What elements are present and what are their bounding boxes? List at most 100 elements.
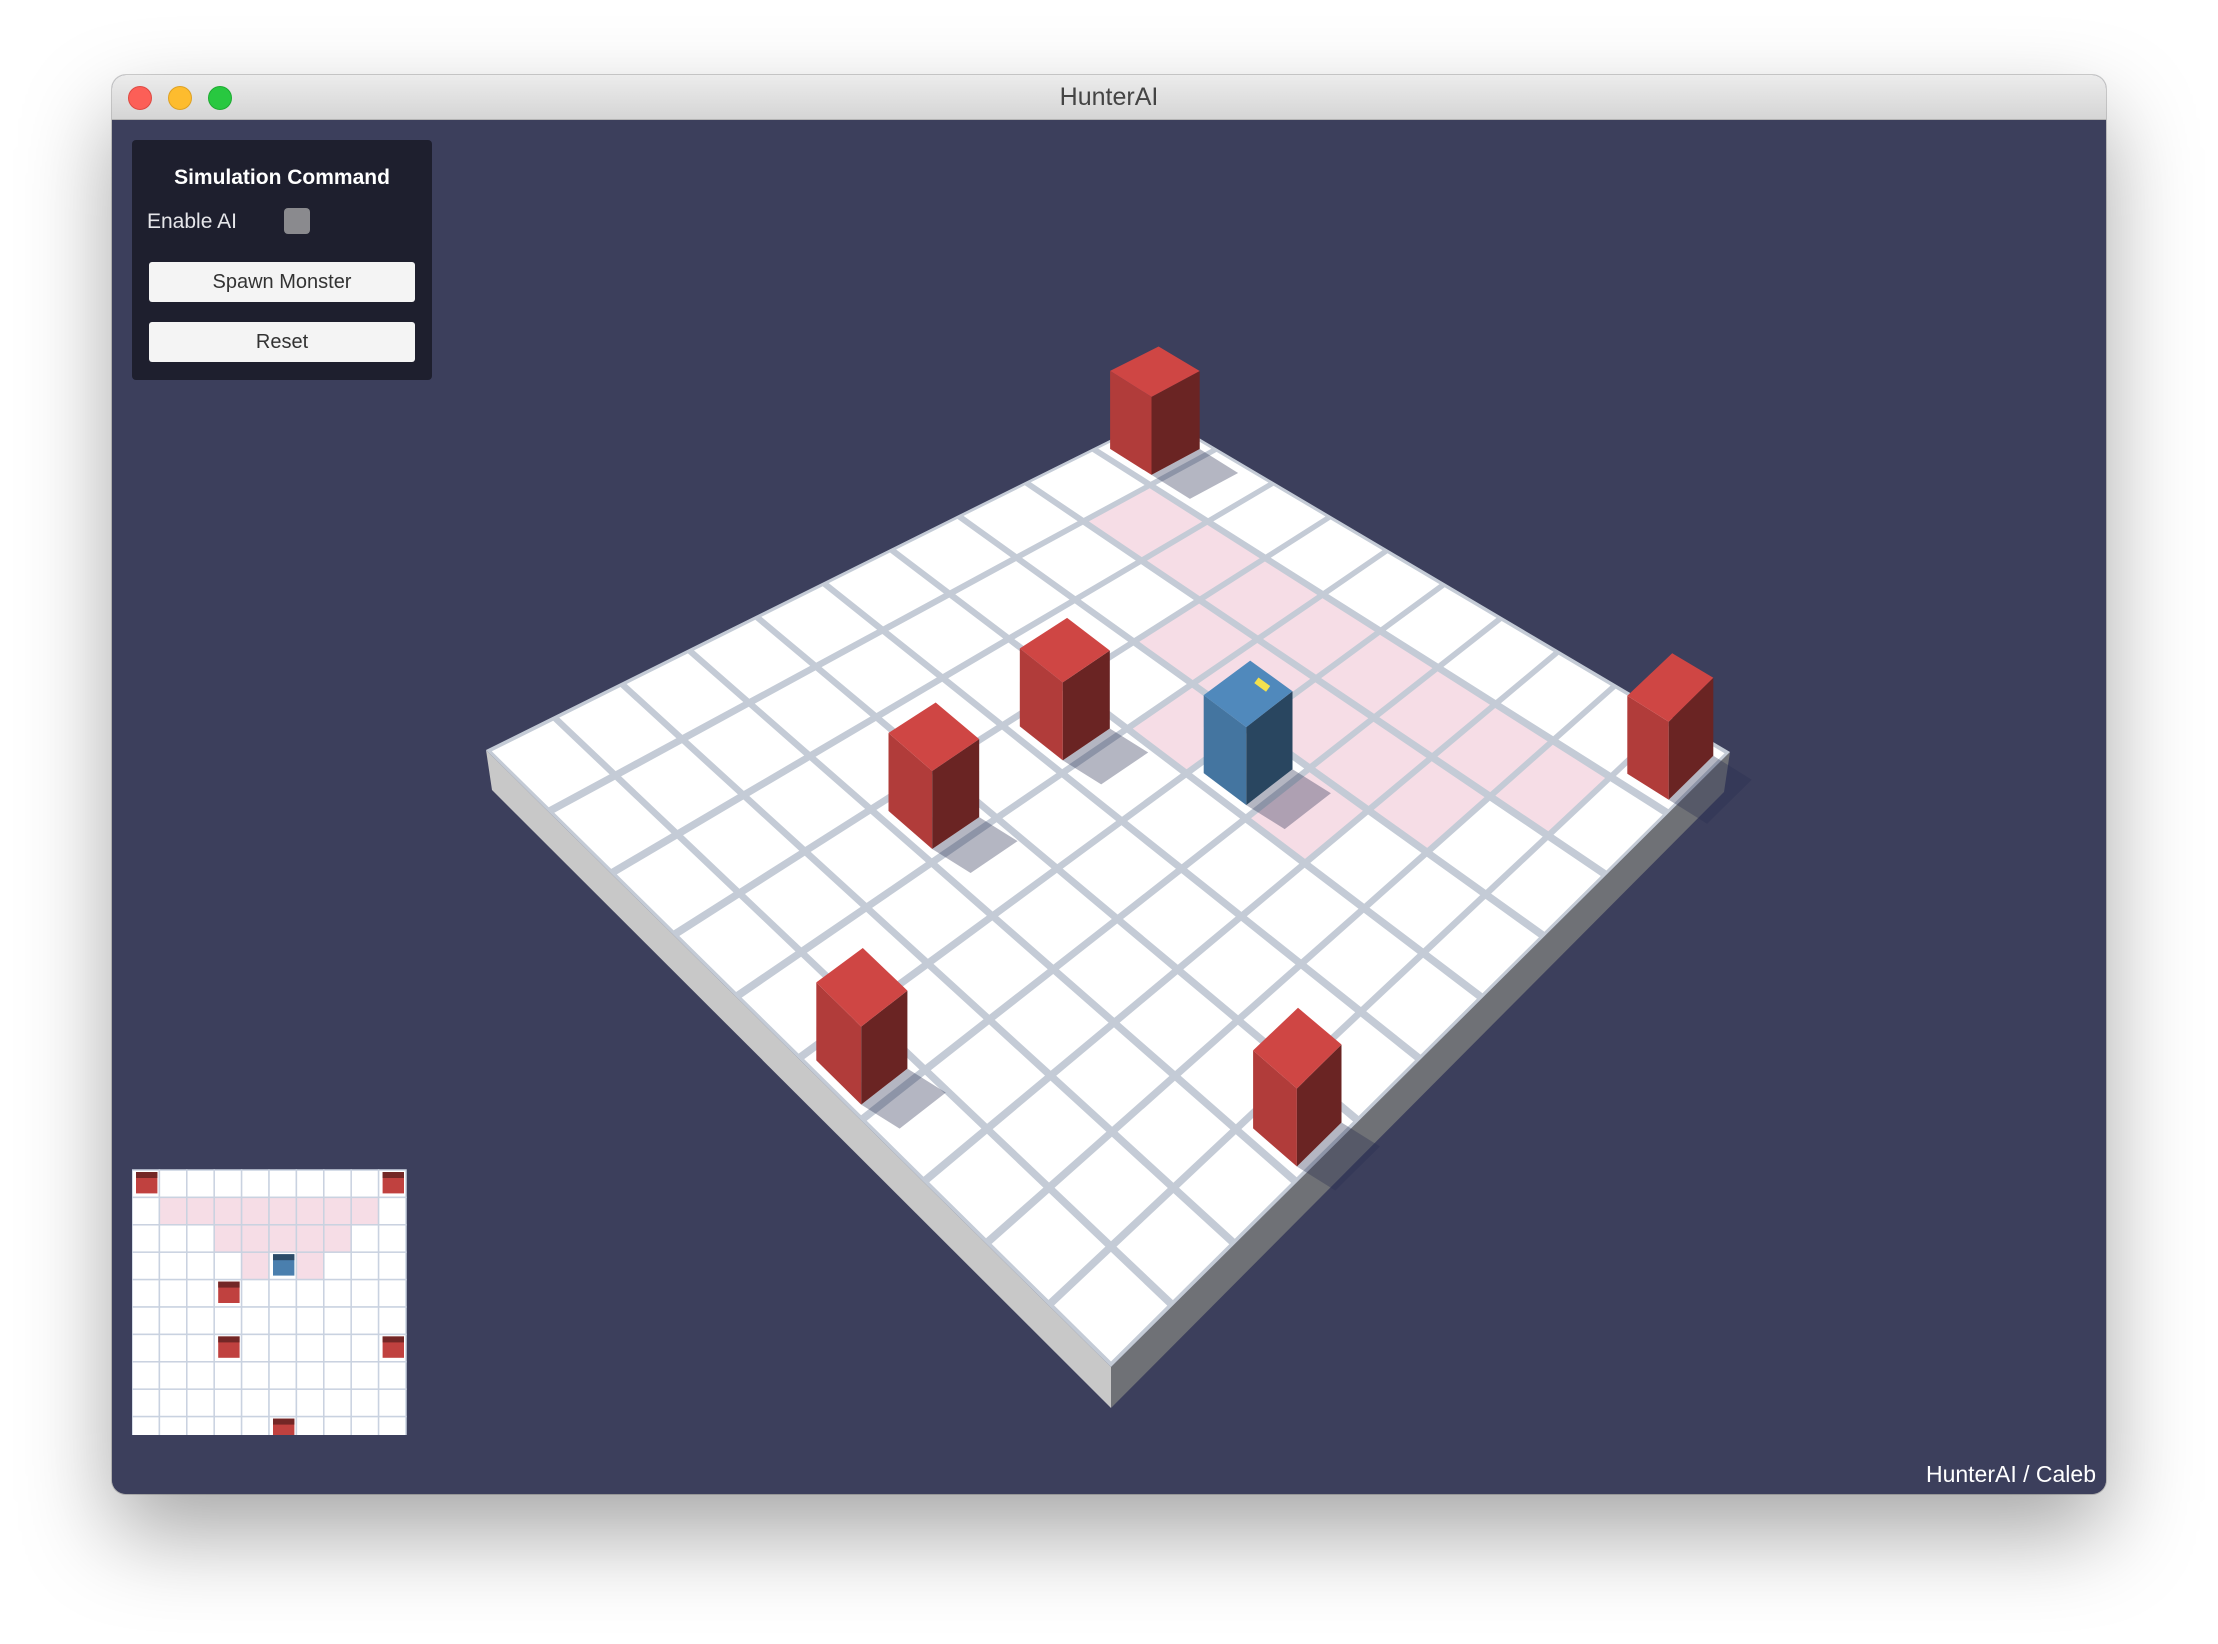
minimap-cell: [323, 1333, 352, 1363]
minimap-cube-edge: [136, 1172, 158, 1178]
minimap-monster: [136, 1172, 158, 1194]
minimap-cell: [295, 1361, 325, 1390]
minimap-cell: [186, 1169, 215, 1199]
minimap-cell: [350, 1306, 380, 1336]
minimap-cell: [323, 1361, 352, 1390]
minimap-cube-edge: [382, 1336, 404, 1343]
minimap-cell: [377, 1415, 407, 1435]
minimap-highlighted-cell: [295, 1224, 325, 1253]
minimap-cell: [186, 1388, 215, 1418]
minimap-cell: [213, 1306, 243, 1336]
minimap-cell: [240, 1361, 270, 1390]
minimap-monster: [382, 1336, 404, 1358]
minimap-highlighted-cell: [295, 1196, 325, 1226]
minimap-highlighted-cell: [268, 1224, 298, 1253]
minimap-highlighted-cell: [240, 1224, 270, 1253]
minimap-cell: [158, 1361, 188, 1390]
minimap-cell: [132, 1415, 161, 1435]
minimap-cell: [240, 1333, 270, 1363]
minimap-cell: [213, 1251, 243, 1281]
minimap-highlighted-cell: [213, 1224, 243, 1253]
minimap-cell: [158, 1333, 188, 1363]
minimap-cell: [295, 1306, 325, 1336]
minimap-cell: [186, 1333, 215, 1363]
minimap-cell: [323, 1278, 352, 1308]
minimap-cell: [295, 1388, 325, 1418]
minimap-cell: [295, 1415, 325, 1435]
minimap-cell: [350, 1251, 380, 1281]
minimap-cell: [377, 1306, 407, 1336]
minimap-cell: [377, 1224, 407, 1253]
minimap-cell: [268, 1169, 298, 1199]
minimap-highlighted-cell: [213, 1196, 243, 1226]
minimap-cell: [240, 1388, 270, 1418]
minimap-cell: [213, 1415, 243, 1435]
minimap-cell: [350, 1388, 380, 1418]
minimap-cell: [295, 1169, 325, 1199]
minimap-highlighted-cell: [186, 1196, 215, 1226]
minimap-cell: [240, 1278, 270, 1308]
minimap-cell: [377, 1196, 407, 1226]
minimap-cell: [132, 1224, 161, 1253]
minimap-highlighted-cell: [158, 1196, 188, 1226]
minimap-cell: [132, 1196, 161, 1226]
minimap-cell: [350, 1169, 380, 1199]
enable-ai-checkbox[interactable]: [284, 208, 310, 234]
window-title: HunterAI: [1059, 83, 1159, 111]
minimap-cell: [186, 1278, 215, 1308]
minimap-cell: [323, 1169, 352, 1199]
minimap-cell: [240, 1169, 270, 1199]
minimap-cube-edge: [273, 1418, 295, 1425]
minimap-cube-edge: [218, 1281, 240, 1288]
minimap-cell: [350, 1415, 380, 1435]
minimap-highlighted-cell: [240, 1196, 270, 1226]
minimap-cell: [158, 1251, 188, 1281]
minimap-cell: [158, 1388, 188, 1418]
minimap-cell: [268, 1333, 298, 1363]
game-viewport[interactable]: Simulation Command Enable AI Spawn Monst…: [112, 120, 2106, 1494]
minimap-cell: [240, 1415, 270, 1435]
minimap-cell: [186, 1361, 215, 1390]
minimap-highlighted-cell: [268, 1196, 298, 1226]
minimap-cell: [186, 1224, 215, 1253]
minimap-cell: [268, 1388, 298, 1418]
title-bar[interactable]: HunterAI: [112, 75, 2106, 120]
minimap-cell: [323, 1388, 352, 1418]
minimap-cell: [132, 1333, 161, 1363]
minimap-highlighted-cell: [323, 1196, 352, 1226]
minimap-cell: [158, 1278, 188, 1308]
minimap-cell: [158, 1415, 188, 1435]
minimap-cell: [158, 1169, 188, 1199]
minimap-cell: [295, 1333, 325, 1363]
minimap-cell: [240, 1306, 270, 1336]
minimap-cell: [268, 1306, 298, 1336]
minimap-monster: [218, 1336, 240, 1358]
minimap-cube-edge: [382, 1172, 404, 1178]
app-window: HunterAI Simulation Command Enable AI Sp…: [112, 75, 2106, 1494]
minimap-cell: [213, 1169, 243, 1199]
minimap-cell: [132, 1388, 161, 1418]
minimap-cell: [350, 1333, 380, 1363]
minimap-cell: [377, 1278, 407, 1308]
minimap-cell: [186, 1251, 215, 1281]
minimap-cell: [213, 1361, 243, 1390]
minimap-cell: [323, 1251, 352, 1281]
minimap-cell: [377, 1388, 407, 1418]
minimap-cell: [186, 1415, 215, 1435]
minimap-cell: [350, 1361, 380, 1390]
minimap-cell: [377, 1361, 407, 1390]
minimap-highlighted-cell: [240, 1251, 270, 1281]
minimap-cell: [132, 1278, 161, 1308]
spawn-monster-button[interactable]: Spawn Monster: [149, 262, 415, 302]
minimap-hunter: [273, 1254, 295, 1276]
reset-button[interactable]: Reset: [149, 322, 415, 362]
minimap-cell: [132, 1306, 161, 1336]
panel-title: Simulation Command: [174, 166, 390, 189]
minimap-monster: [218, 1281, 240, 1303]
credit-label: HunterAI / Caleb: [1925, 1461, 2096, 1487]
minimap-highlighted-cell: [323, 1224, 352, 1253]
minimap-cell: [186, 1306, 215, 1336]
minimap-cube-edge: [218, 1336, 240, 1343]
minimap-cell: [323, 1415, 352, 1435]
minimap-highlighted-cell: [295, 1251, 325, 1281]
